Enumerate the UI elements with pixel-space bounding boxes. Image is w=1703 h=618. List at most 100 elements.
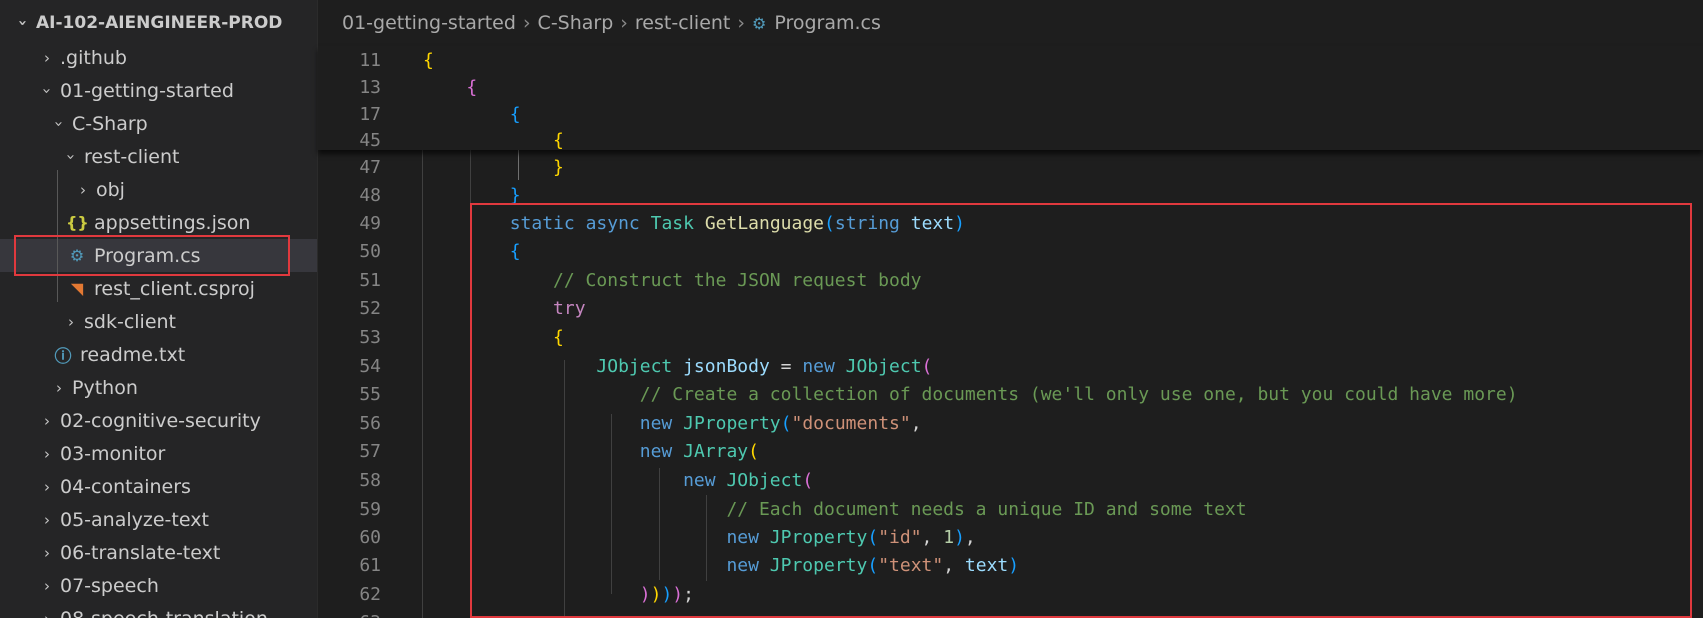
explorer-sidebar: › AI-102-AIENGINEER-PROD › .github › 01-…	[0, 0, 318, 618]
tree-item-label: .github	[60, 46, 127, 69]
code-line: 13 {	[318, 73, 1703, 101]
tree-item-program-cs[interactable]: ⚙ Program.cs	[0, 239, 317, 272]
chevron-down-icon[interactable]: ›	[62, 148, 80, 166]
chevron-right-icon[interactable]: ›	[38, 445, 56, 463]
code-line: 50 {	[318, 237, 1703, 265]
line-number: 53	[359, 326, 381, 348]
code-line: 53 {	[318, 323, 1703, 351]
line-number: 57	[359, 440, 381, 462]
tree-item-readme-txt[interactable]: ⓘ readme.txt	[0, 338, 317, 371]
line-number: 63	[318, 612, 381, 618]
tree-item-02-cognitive-security[interactable]: › 02-cognitive-security	[0, 404, 317, 437]
tree-item-label: obj	[96, 178, 125, 201]
tree-item-label: 01-getting-started	[60, 79, 234, 102]
line-number: 52	[359, 297, 381, 319]
tree-item-label: rest_client.csproj	[94, 277, 255, 300]
tree-item-label: sdk-client	[84, 310, 177, 333]
tree-item-07-speech[interactable]: › 07-speech	[0, 569, 317, 602]
tree-item-label: 07-speech	[60, 574, 159, 597]
tree-item-label: C-Sharp	[72, 112, 148, 135]
csharp-file-icon: ⚙	[69, 246, 85, 265]
tree-item-label: Program.cs	[94, 244, 201, 267]
line-number: 11	[359, 49, 381, 71]
chevron-right-icon: ›	[620, 12, 628, 34]
tree-item-rest-client-csproj[interactable]: ◥ rest_client.csproj	[0, 272, 317, 305]
json-file-icon: {}	[66, 213, 89, 232]
tree-item-label: Python	[72, 376, 138, 399]
breadcrumb-item-01-getting-started[interactable]: 01-getting-started	[342, 12, 516, 34]
line-number: 45	[359, 129, 381, 151]
code-editor[interactable]: 01-getting-started › C-Sharp › rest-clie…	[318, 0, 1703, 618]
code-line: 47 }	[318, 153, 1703, 181]
code-line: 45 {	[318, 126, 1703, 154]
csharp-file-icon: ⚙	[752, 13, 767, 33]
line-number: 47	[359, 156, 381, 178]
rss-file-icon: ◥	[70, 279, 84, 298]
code-line: 48 }	[318, 181, 1703, 209]
chevron-down-icon[interactable]: ›	[50, 115, 68, 133]
code-line: 52 try	[318, 294, 1703, 322]
tree-item-06-translate-text[interactable]: › 06-translate-text	[0, 536, 317, 569]
chevron-right-icon[interactable]: ›	[50, 379, 68, 397]
tree-item-label: 06-translate-text	[60, 541, 221, 564]
explorer-root-folder[interactable]: › AI-102-AIENGINEER-PROD	[0, 6, 317, 39]
chevron-right-icon[interactable]: ›	[38, 478, 56, 496]
chevron-right-icon[interactable]: ›	[38, 610, 56, 618]
tree-item-label: 03-monitor	[60, 442, 166, 465]
code-line: 63	[318, 608, 1703, 618]
explorer-root-label: AI-102-AIENGINEER-PROD	[36, 12, 283, 33]
tree-item-python[interactable]: › Python	[0, 371, 317, 404]
chevron-right-icon: ›	[522, 12, 531, 34]
tree-item-05-analyze-text[interactable]: › 05-analyze-text	[0, 503, 317, 536]
chevron-right-icon[interactable]: ›	[38, 49, 56, 67]
tree-item-label: 08-speech-translation	[60, 608, 268, 618]
line-number: 60	[359, 526, 381, 548]
tree-item-label: rest-client	[84, 145, 180, 168]
tree-item-04-containers[interactable]: › 04-containers	[0, 470, 317, 503]
line-number: 48	[359, 184, 381, 206]
breadcrumb-item-rest-client[interactable]: rest-client	[635, 12, 730, 34]
line-number: 13	[359, 76, 381, 98]
tree-item-github[interactable]: › .github	[0, 41, 317, 74]
line-number: 49	[359, 212, 381, 234]
code-line: 55 // Create a collection of documents (…	[318, 380, 1703, 408]
line-number: 56	[359, 412, 381, 434]
code-line: 54 JObject jsonBody = new JObject(	[318, 352, 1703, 380]
line-number: 58	[359, 469, 381, 491]
tree-item-01-getting-started[interactable]: › 01-getting-started	[0, 74, 317, 107]
chevron-right-icon[interactable]: ›	[38, 544, 56, 562]
breadcrumb-item-c-sharp[interactable]: C-Sharp	[538, 12, 614, 34]
info-icon: ⓘ	[54, 347, 72, 367]
tree-item-rest-client[interactable]: › rest-client	[0, 140, 317, 173]
chevron-right-icon[interactable]: ›	[38, 577, 56, 595]
chevron-down-icon[interactable]: ›	[14, 14, 32, 32]
line-number: 61	[359, 554, 381, 576]
code-line: 59 // Each document needs a unique ID an…	[318, 495, 1703, 523]
breadcrumb-item-program-cs[interactable]: Program.cs	[774, 12, 881, 34]
tree-item-sdk-client[interactable]: › sdk-client	[0, 305, 317, 338]
chevron-right-icon[interactable]: ›	[38, 511, 56, 529]
code-line: 62 ))));	[318, 580, 1703, 608]
code-line: 17 {	[318, 100, 1703, 128]
tree-item-label: appsettings.json	[94, 211, 251, 234]
tree-item-label: 04-containers	[60, 475, 191, 498]
code-line: 60 new JProperty("id", 1),	[318, 523, 1703, 551]
tree-item-appsettings-json[interactable]: {} appsettings.json	[0, 206, 317, 239]
sticky-scroll-header[interactable]: 11 { 13 { 17 { 45 {	[318, 46, 1703, 151]
line-number: 17	[359, 103, 381, 125]
tree-item-obj[interactable]: › obj	[0, 173, 317, 206]
tree-item-03-monitor[interactable]: › 03-monitor	[0, 437, 317, 470]
code-line: 58 new JObject(	[318, 466, 1703, 494]
chevron-down-icon[interactable]: ›	[38, 82, 56, 100]
code-line: 56 new JProperty("documents",	[318, 409, 1703, 437]
tree-item-08-speech-translation[interactable]: › 08-speech-translation	[0, 602, 317, 618]
line-number: 50	[359, 240, 381, 262]
chevron-right-icon[interactable]: ›	[74, 181, 92, 199]
tree-indent-guide	[57, 170, 58, 302]
chevron-right-icon: ›	[737, 12, 745, 34]
chevron-right-icon[interactable]: ›	[62, 313, 80, 331]
code-line: 57 new JArray(	[318, 437, 1703, 465]
chevron-right-icon[interactable]: ›	[38, 412, 56, 430]
line-number: 55	[359, 383, 381, 405]
tree-item-c-sharp[interactable]: › C-Sharp	[0, 107, 317, 140]
